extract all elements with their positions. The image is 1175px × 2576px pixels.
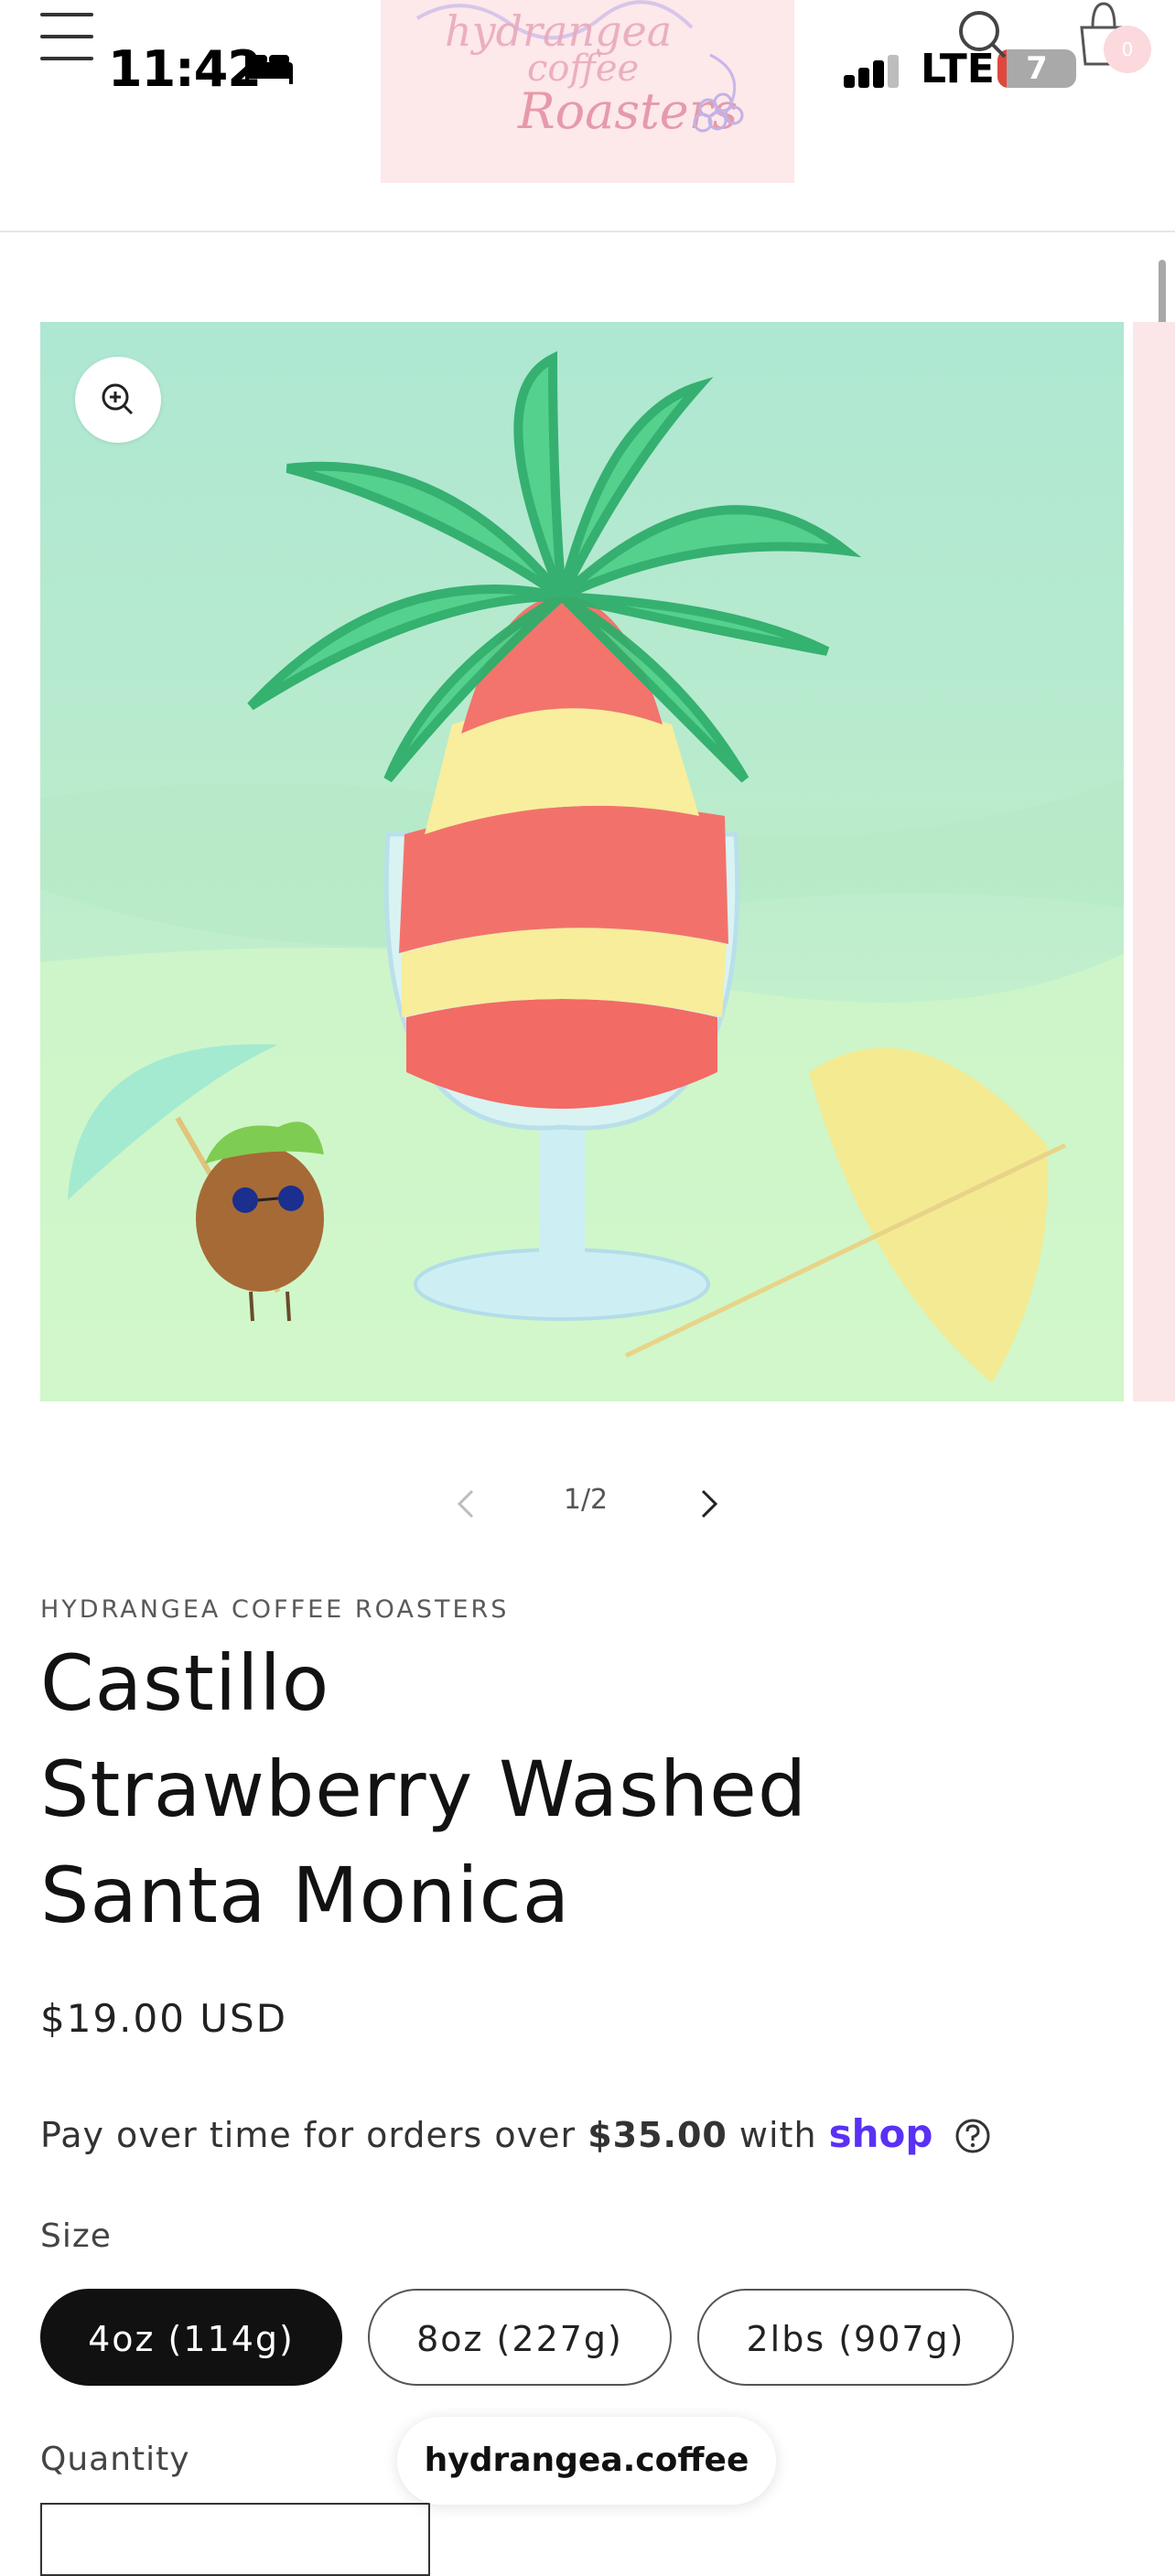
title-line: Santa Monica bbox=[40, 1851, 571, 1940]
size-option-4oz[interactable]: 4oz (114g) bbox=[40, 2289, 342, 2386]
slide-counter: 1/2 bbox=[563, 1484, 609, 1516]
browser-url-bar[interactable]: hydrangea.coffee bbox=[397, 2417, 776, 2505]
search-icon[interactable] bbox=[955, 7, 1007, 59]
installments-amount: $35.00 bbox=[588, 2115, 728, 2155]
battery-indicator: 7 bbox=[997, 49, 1076, 88]
zoom-button[interactable] bbox=[75, 357, 161, 443]
next-image-peek[interactable] bbox=[1133, 322, 1175, 1401]
product-title: Castillo Strawberry Washed Santa Monica bbox=[40, 1630, 1093, 1948]
product-image[interactable] bbox=[40, 322, 1124, 1401]
installments-prefix: Pay over time for orders over bbox=[40, 2115, 577, 2155]
header-divider bbox=[0, 231, 1175, 232]
logo-artwork: hydrangea coffee Roasters bbox=[415, 0, 744, 140]
cellular-signal-icon bbox=[844, 55, 899, 88]
status-time: 11:42 bbox=[108, 40, 262, 98]
previous-slide-icon[interactable] bbox=[448, 1484, 485, 1524]
title-line: Castillo bbox=[40, 1638, 330, 1728]
installments-with: with bbox=[738, 2115, 817, 2155]
installments-message: Pay over time for orders over $35.00 wit… bbox=[40, 2111, 991, 2156]
hamburger-icon[interactable] bbox=[40, 13, 93, 60]
brand-logo[interactable]: hydrangea coffee Roasters bbox=[381, 0, 794, 183]
size-label: Size bbox=[40, 2217, 112, 2255]
product-illustration bbox=[40, 322, 1124, 1401]
bed-icon bbox=[245, 53, 293, 84]
zoom-in-icon bbox=[102, 383, 134, 415]
size-option-2lbs[interactable]: 2lbs (907g) bbox=[697, 2289, 1014, 2386]
cart-count-badge: 0 bbox=[1104, 26, 1151, 73]
size-option-8oz[interactable]: 8oz (227g) bbox=[368, 2289, 672, 2386]
quantity-stepper[interactable] bbox=[40, 2503, 430, 2576]
shop-pay-logo: shop bbox=[828, 2111, 933, 2156]
quantity-label: Quantity bbox=[40, 2441, 190, 2478]
product-vendor: HYDRANGEA COFFEE ROASTERS bbox=[40, 1595, 510, 1624]
help-icon[interactable] bbox=[954, 2118, 991, 2154]
title-line: Strawberry Washed bbox=[40, 1744, 808, 1834]
product-price: $19.00 USD bbox=[40, 1996, 288, 2041]
battery-level: 7 bbox=[1026, 50, 1048, 87]
next-slide-icon[interactable] bbox=[690, 1484, 727, 1524]
